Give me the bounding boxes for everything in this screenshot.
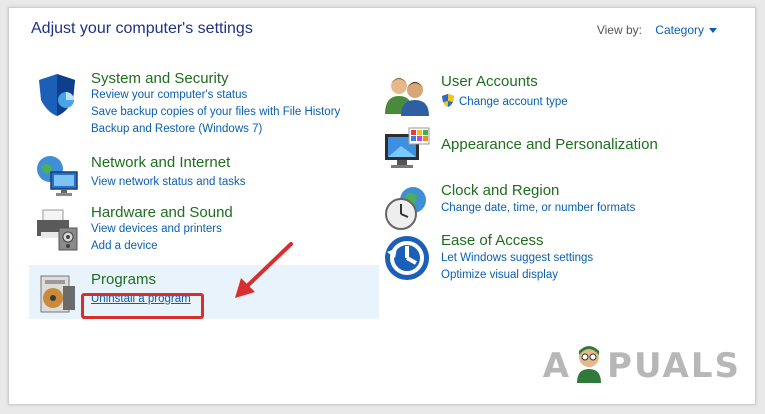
chevron-down-icon — [709, 28, 717, 34]
appearance-heading[interactable]: Appearance and Personalization — [441, 136, 658, 153]
programs-disc-icon — [40, 275, 75, 313]
category-clock-region: Clock and Region Change date, time, or n… — [441, 182, 635, 217]
file-history-link[interactable]: Save backup copies of your files with Fi… — [91, 104, 340, 121]
optimize-display-link[interactable]: Optimize visual display — [441, 267, 593, 284]
ease-of-access-heading[interactable]: Ease of Access — [441, 232, 593, 249]
view-by-dropdown[interactable]: Category — [655, 23, 717, 37]
category-network-internet: Network and Internet View network status… — [91, 154, 245, 191]
users-icon — [385, 78, 429, 116]
user-accounts-heading[interactable]: User Accounts — [441, 73, 568, 90]
page-title: Adjust your computer's settings — [31, 20, 253, 37]
date-time-formats-link[interactable]: Change date, time, or number formats — [441, 200, 635, 217]
devices-printers-link[interactable]: View devices and printers — [91, 221, 233, 238]
network-status-link[interactable]: View network status and tasks — [91, 174, 245, 191]
category-system-security: System and Security Review your computer… — [91, 70, 340, 138]
annotation-arrow-icon — [235, 242, 293, 298]
network-internet-heading[interactable]: Network and Internet — [91, 154, 245, 171]
category-user-accounts: User Accounts Change account type — [441, 73, 568, 111]
category-appearance: Appearance and Personalization — [441, 136, 658, 153]
change-account-type-link[interactable]: Change account type — [441, 93, 568, 111]
category-ease-of-access: Ease of Access Let Windows suggest setti… — [441, 232, 593, 284]
globe-network-icon — [37, 156, 78, 196]
uac-shield-icon — [442, 94, 454, 107]
system-security-heading[interactable]: System and Security — [91, 70, 340, 87]
clock-region-heading[interactable]: Clock and Region — [441, 182, 635, 199]
control-panel-window: Adjust your computer's settings View by:… — [8, 7, 756, 405]
view-by-label: View by: — [596, 23, 642, 37]
appuals-watermark-logo: A PUALS — [543, 343, 741, 386]
shield-icon — [39, 74, 75, 116]
ease-of-access-icon — [385, 236, 429, 280]
backup-restore-link[interactable]: Backup and Restore (Windows 7) — [91, 121, 340, 138]
printer-icon — [37, 209, 78, 251]
review-status-link[interactable]: Review your computer's status — [91, 87, 340, 104]
category-hardware-sound: Hardware and Sound View devices and prin… — [91, 204, 233, 255]
windows-suggest-link[interactable]: Let Windows suggest settings — [441, 250, 593, 267]
mascot-icon — [577, 346, 602, 383]
programs-heading[interactable]: Programs — [91, 271, 191, 288]
annotation-highlight-box — [81, 293, 204, 319]
change-account-type-label: Change account type — [459, 96, 568, 108]
add-device-link[interactable]: Add a device — [91, 238, 233, 255]
hardware-sound-heading[interactable]: Hardware and Sound — [91, 204, 233, 221]
monitor-palette-icon — [385, 127, 430, 168]
clock-globe-icon — [385, 187, 426, 230]
view-by: View by: Category — [597, 23, 717, 37]
view-by-value: Category — [655, 23, 704, 37]
